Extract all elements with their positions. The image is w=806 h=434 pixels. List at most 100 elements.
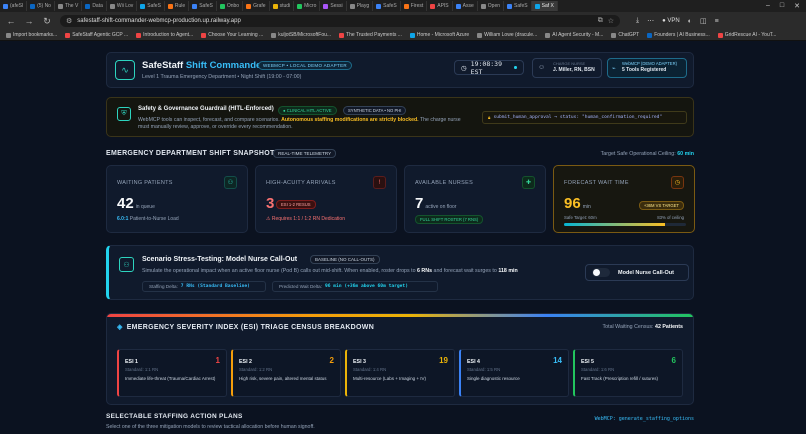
browser-tab[interactable]: Asse: [453, 1, 478, 11]
metric-title: HIGH-ACUITY ARRIVALS: [266, 180, 336, 186]
favicon-icon: [167, 3, 173, 9]
vpn-button[interactable]: ● VPN: [662, 18, 680, 24]
esi-card-1[interactable]: ESI 1 1 Standard: 1:1 RN Immediate life-…: [117, 349, 227, 397]
tab-label: SafeS: [514, 3, 528, 9]
browser-tab[interactable]: Open: [478, 1, 505, 11]
favicon-icon: [140, 3, 146, 9]
browser-tab[interactable]: Wii Lov: [107, 1, 138, 11]
esi-label: ESI 4: [467, 359, 480, 365]
tab-label: Playg: [356, 3, 370, 9]
esi-count: 1: [215, 356, 220, 365]
esi-card-3[interactable]: ESI 3 19 Standard: 1:4 RN Multi-resource…: [345, 349, 455, 397]
wallet-icon[interactable]: ◫: [700, 17, 707, 25]
metric-title: AVAILABLE NURSES: [415, 180, 474, 186]
severity-gradient-bar: [107, 314, 693, 317]
ceiling-progress-fill: [564, 223, 666, 226]
browser-tab[interactable]: SafeS: [373, 1, 401, 11]
extensions-icon[interactable]: ◐: [688, 18, 692, 25]
triage-panel: ◈ EMERGENCY SEVERITY INDEX (ESI) TRIAGE …: [106, 313, 694, 405]
safe-target: Safe Target: 60m: [564, 215, 597, 220]
tab-label: (5) No: [37, 3, 51, 9]
browser-tab[interactable]: The V: [55, 1, 83, 11]
maximize-icon[interactable]: □: [780, 2, 784, 10]
bookmark-item[interactable]: William Lowe (dracule...: [477, 32, 537, 38]
browser-tab[interactable]: Micro: [294, 1, 321, 11]
acuity-requirement: ⚠︎ Requires 1:1 / 1:2 RN Dedication: [266, 216, 345, 222]
forward-icon[interactable]: →: [24, 16, 34, 26]
app-page: ∿ SafeStaff Shift Commander WEBMCP • LOC…: [0, 41, 806, 434]
site-info-icon[interactable]: ⚙: [66, 17, 72, 25]
bookmark-star-icon[interactable]: ☆: [608, 17, 614, 25]
favicon-icon: [246, 3, 252, 9]
bookmark-item[interactable]: ChatGPT: [611, 32, 639, 38]
minimize-icon[interactable]: –: [766, 2, 770, 10]
pulse-icon: ∿: [115, 60, 135, 80]
charge-nurse-box[interactable]: ☺ CHARGE NURSE J. Miller, RN, BSN: [532, 58, 602, 78]
browser-tab[interactable]: Rule: [165, 1, 190, 11]
bookmark-label: Introduction to Agent...: [143, 32, 194, 38]
callout-toggle-control[interactable]: Model Nurse Call-Out: [585, 264, 689, 281]
layers-icon: ◈: [117, 324, 123, 331]
app-title-main: SafeStaff: [142, 60, 184, 71]
browser-tab[interactable]: studi: [270, 1, 295, 11]
tab-label: The V: [64, 3, 79, 9]
download-icon[interactable]: ⤓: [636, 17, 639, 25]
esi-count: 2: [329, 356, 334, 365]
bookmark-item[interactable]: Choose Your Learning ...: [201, 32, 263, 38]
bookmark-item[interactable]: GridRescue AI - YouT...: [717, 32, 776, 38]
triage-title: ◈ EMERGENCY SEVERITY INDEX (ESI) TRIAGE …: [117, 323, 374, 332]
esi-card-4[interactable]: ESI 4 14 Standard: 1:5 RN Single diagnos…: [459, 349, 569, 397]
browser-tab[interactable]: (afeSl: [0, 1, 28, 11]
reload-icon[interactable]: ↻: [42, 16, 52, 27]
patient-nurse-load: 6.0:1 Patient-to-Nurse Load: [117, 216, 179, 222]
favicon-icon: [545, 32, 551, 38]
bookmark-item[interactable]: Home - Microsoft Azure: [409, 32, 469, 38]
high-acuity-card: HIGH-ACUITY ARRIVALS ! 3 ESI 1-2 RESUS ⚠…: [255, 165, 397, 233]
bookmark-item[interactable]: The Trusted Payments ...: [339, 32, 402, 38]
esi-standard: Standard: 1:4 RN: [353, 367, 387, 372]
hitl-active-text: CLINICAL HITL ACTIVE: [286, 108, 332, 113]
bookmark-label: Founders | AI Business...: [654, 32, 710, 38]
browser-tab[interactable]: Onbo: [217, 1, 244, 11]
hitl-active-badge: ● CLINICAL HITL ACTIVE: [278, 106, 337, 115]
browser-tab[interactable]: Firest: [401, 1, 428, 11]
menu-icon[interactable]: ≡: [715, 18, 719, 25]
approval-code: 🔒︎ submit_human_approval → status: "huma…: [482, 111, 687, 124]
wait-delta: Predicted Wait Delta: 96 min (+36m above…: [272, 281, 438, 292]
webmcp-tools-count: 5 Tools Registered: [622, 67, 667, 73]
bookmark-item[interactable]: AI Agent Security - M...: [545, 32, 603, 38]
browser-tab[interactable]: SafeS: [504, 1, 532, 11]
bookmark-item[interactable]: Introduction to Agent...: [136, 32, 193, 38]
webmcp-tools-box[interactable]: ⌁ WebMCP (DEMO ADAPTER) 5 Tools Register…: [607, 58, 687, 78]
bookmark-label: SafeStaff Agentic GCP ...: [72, 32, 129, 38]
browser-tab[interactable]: Sessi: [320, 1, 347, 11]
favicon-icon: [30, 3, 36, 9]
close-icon[interactable]: ✕: [794, 2, 800, 10]
favicon-icon: [480, 3, 486, 9]
browser-tab[interactable]: Data: [82, 1, 107, 11]
browser-tab[interactable]: (5) No: [27, 1, 55, 11]
esi-card-2[interactable]: ESI 2 2 Standard: 1:2 RN High risk, seve…: [231, 349, 341, 397]
install-app-icon[interactable]: ⧉: [598, 17, 603, 25]
callout-toggle[interactable]: [592, 268, 610, 277]
triage-total-label: Total Waiting Census:: [602, 324, 654, 330]
browser-tab[interactable]: Playg: [347, 1, 374, 11]
browser-tab[interactable]: APIS: [427, 1, 453, 11]
bookmark-item[interactable]: Founders | AI Business...: [647, 32, 710, 38]
bookmark-item[interactable]: Import bookmarks...: [6, 32, 57, 38]
esi-standard: Standard: 1:2 RN: [239, 367, 273, 372]
browser-tab[interactable]: Saf X: [531, 1, 558, 11]
browser-tab[interactable]: SafeS: [189, 1, 217, 11]
esi-card-5[interactable]: ESI 5 6 Standard: 1:6 RN Fast Track (Pre…: [573, 349, 683, 397]
esi-label: ESI 5: [581, 359, 594, 365]
browser-tab[interactable]: SafeS: [137, 1, 165, 11]
bookmark-item[interactable]: kuljotSB/MicrosoftFou...: [271, 32, 331, 38]
bookmark-item[interactable]: SafeStaff Agentic GCP ...: [65, 32, 128, 38]
address-bar[interactable]: ⚙ safestaff-shift-commander-webmcp-produ…: [60, 15, 620, 27]
more-menu-icon[interactable]: ⋯: [647, 17, 654, 25]
browser-tab[interactable]: Grafe: [243, 1, 270, 11]
bookmark-label: Import bookmarks...: [13, 32, 58, 38]
back-icon[interactable]: ←: [6, 16, 16, 26]
esi-standard: Standard: 1:1 RN: [125, 367, 159, 372]
forecast-wait: 96 min: [564, 195, 591, 212]
